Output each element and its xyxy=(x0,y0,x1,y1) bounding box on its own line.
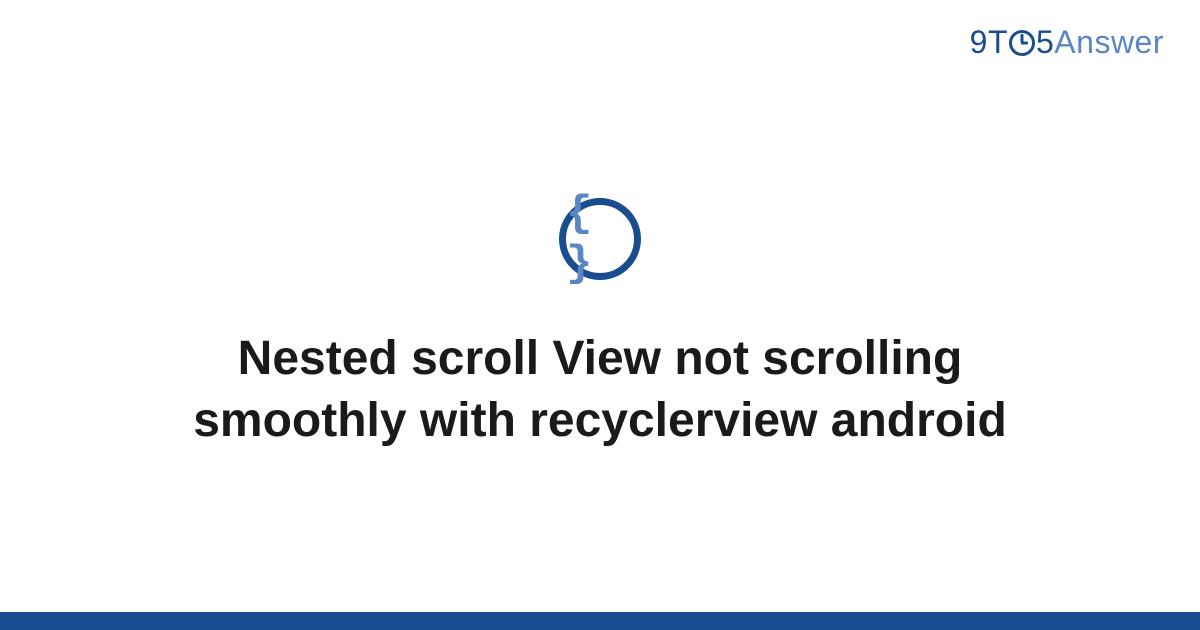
code-braces-icon: { } xyxy=(559,198,641,280)
footer-accent-bar xyxy=(0,612,1200,630)
main-content: { } Nested scroll View not scrolling smo… xyxy=(0,0,1200,630)
question-title: Nested scroll View not scrolling smoothl… xyxy=(150,328,1050,453)
braces-glyph: { } xyxy=(566,189,634,289)
